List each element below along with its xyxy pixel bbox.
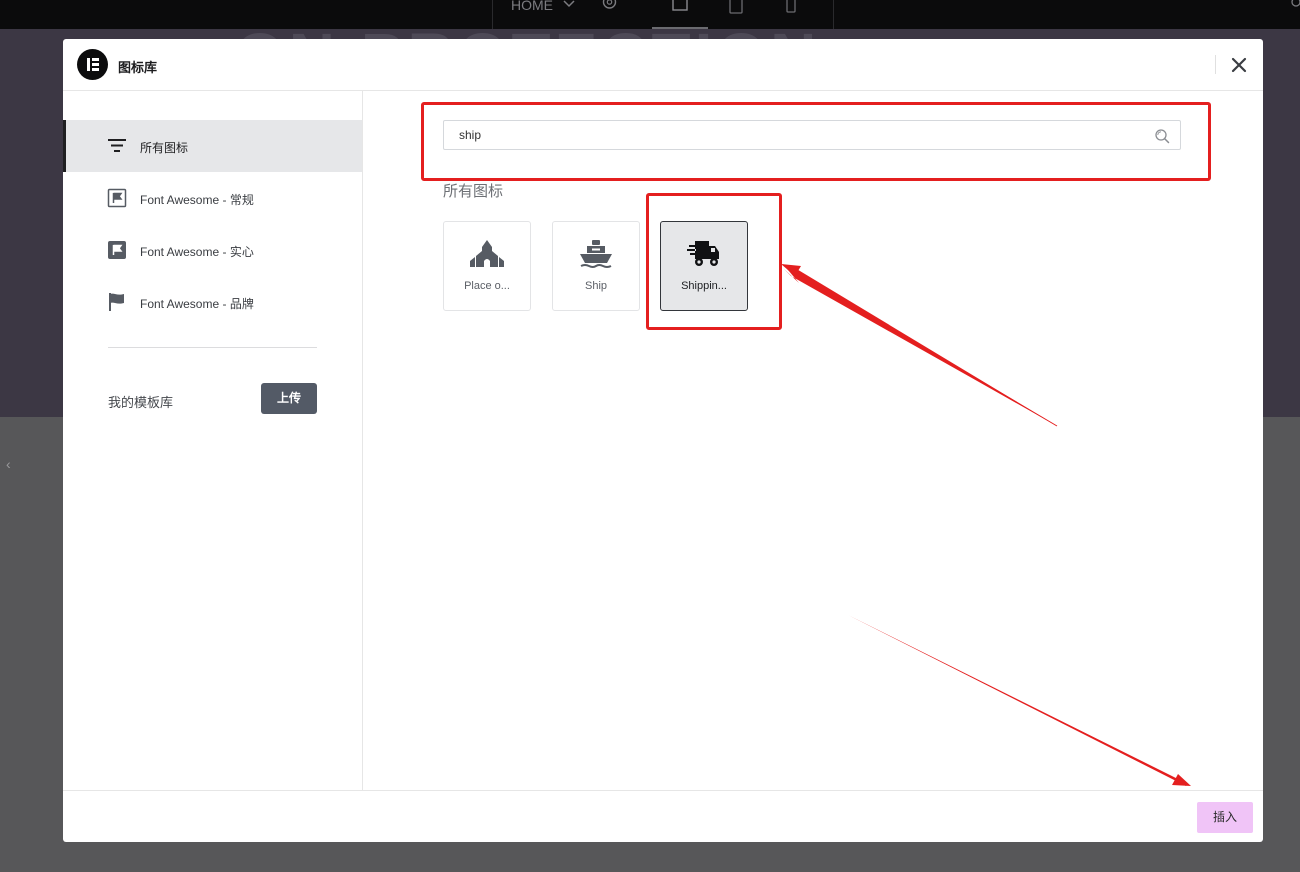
chevron-down-icon[interactable] [563, 0, 575, 8]
tablet-icon[interactable] [729, 0, 743, 15]
annotation-box-search [421, 102, 1211, 181]
sidebar-item-fa-brands[interactable]: Font Awesome - 品牌 [63, 276, 362, 328]
mobile-icon[interactable] [785, 0, 797, 14]
upload-button[interactable]: 上传 [261, 383, 317, 414]
close-icon[interactable] [1227, 53, 1251, 77]
flag-outline-icon [107, 188, 127, 208]
my-library-label: 我的模板库 [108, 395, 174, 410]
header-divider [1215, 55, 1216, 74]
modal-footer: 插入 [63, 790, 1263, 842]
ship-icon [580, 240, 612, 268]
icon-tile-label: Ship [584, 280, 608, 292]
sidebar-divider [108, 347, 317, 348]
panel-collapse-icon[interactable]: ‹ [6, 456, 11, 472]
sidebar-item-label: 所有图标 [140, 141, 189, 155]
filter-lines-icon [108, 139, 126, 152]
annotation-box-selected-icon [646, 193, 782, 330]
modal-title: 图标库 [118, 60, 158, 75]
gear-icon[interactable] [601, 0, 618, 12]
icon-tile-ship[interactable]: Ship [552, 221, 640, 311]
sidebar-item-label: Font Awesome - 常规 [140, 193, 254, 207]
page-selector-label[interactable]: HOME [511, 0, 553, 13]
icon-library-sidebar: 所有图标 Font Awesome - 常规 Font Awesome - 实心… [63, 91, 363, 790]
sidebar-item-fa-solid[interactable]: Font Awesome - 实心 [63, 224, 362, 276]
icon-tile-label: Place o... [464, 280, 510, 292]
sidebar-item-fa-regular[interactable]: Font Awesome - 常规 [63, 172, 362, 224]
insert-button[interactable]: 插入 [1197, 802, 1253, 833]
settings-icon[interactable] [1287, 0, 1300, 10]
sidebar-item-label: Font Awesome - 品牌 [140, 297, 254, 311]
modal-header: 图标库 [63, 39, 1263, 91]
place-of-worship-icon [470, 240, 504, 267]
sidebar-item-label: Font Awesome - 实心 [140, 245, 254, 259]
sidebar-item-all-icons[interactable]: 所有图标 [63, 120, 362, 172]
results-section-title: 所有图标 [443, 183, 504, 200]
flag-solid-icon [108, 241, 126, 259]
icon-tile-place-of-worship[interactable]: Place o... [443, 221, 531, 311]
elementor-logo-icon [77, 49, 108, 80]
flag-brand-icon [109, 293, 124, 311]
desktop-icon [672, 0, 688, 11]
